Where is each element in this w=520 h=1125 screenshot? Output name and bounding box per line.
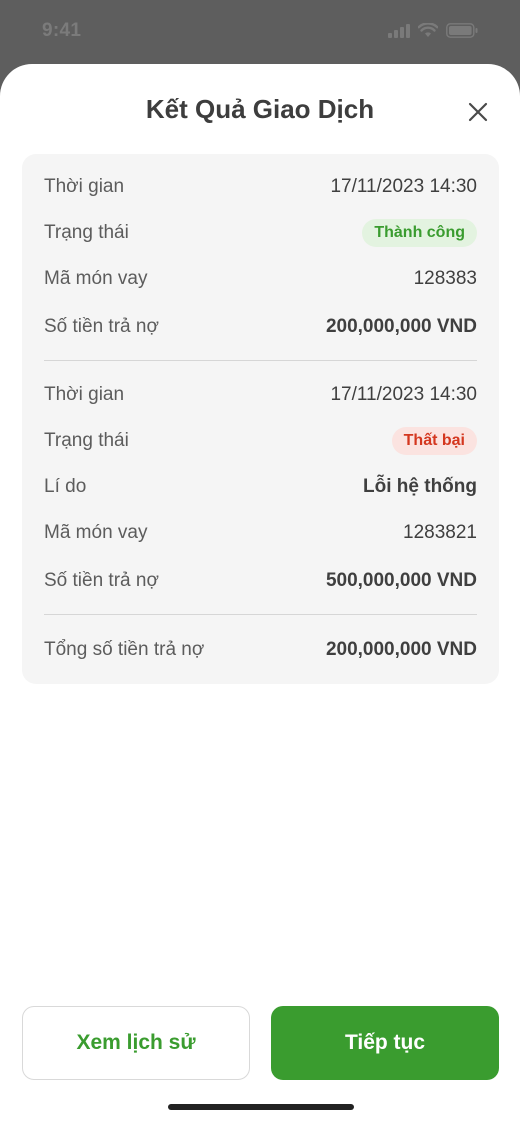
loan-id-value: 128383 (413, 268, 477, 289)
reason-label: Lí do (44, 476, 87, 497)
total-value: 200,000,000 VND (325, 639, 477, 660)
status-bar: 9:41 (0, 0, 520, 64)
reason-value: Lỗi hệ thống (363, 476, 477, 497)
total-label: Tổng số tiền trả nợ (44, 639, 205, 660)
status-row: Trạng thái Thất bại (44, 426, 477, 456)
amount-value: 200,000,000 VND (325, 316, 477, 337)
divider (44, 360, 477, 361)
status-icons (388, 22, 478, 43)
status-label: Trạng thái (44, 430, 129, 451)
status-time: 9:41 (42, 20, 82, 41)
time-label: Thời gian (44, 384, 125, 405)
continue-button[interactable]: Tiếp tục (271, 1006, 499, 1080)
sheet-title: Kết Quả Giao Dịch (145, 94, 375, 124)
close-button[interactable] (462, 98, 494, 130)
loan-id-row: Mã món vay 1283821 (44, 518, 477, 548)
time-row: Thời gian 17/11/2023 14:30 (44, 380, 477, 410)
amount-row: Số tiền trả nợ 200,000,000 VND (44, 312, 477, 342)
time-row: Thời gian 17/11/2023 14:30 (44, 172, 477, 202)
status-row: Trạng thái Thành công (44, 218, 477, 248)
status-badge-fail: Thất bại (391, 427, 477, 455)
divider (44, 614, 477, 615)
amount-label: Số tiền trả nợ (44, 316, 159, 337)
loan-id-row: Mã món vay 128383 (44, 264, 477, 294)
transaction-details-card: Thời gian 17/11/2023 14:30 Trạng thái Th… (22, 154, 499, 684)
wifi-icon (417, 22, 439, 43)
time-label: Thời gian (44, 176, 125, 197)
time-value: 17/11/2023 14:30 (330, 384, 477, 405)
amount-row: Số tiền trả nợ 500,000,000 VND (44, 566, 477, 596)
loan-id-label: Mã món vay (44, 522, 148, 543)
amount-label: Số tiền trả nợ (44, 570, 159, 591)
reason-row: Lí do Lỗi hệ thống (44, 472, 477, 502)
time-value: 17/11/2023 14:30 (330, 176, 477, 197)
loan-id-label: Mã món vay (44, 268, 148, 289)
close-icon (468, 102, 488, 127)
transaction-result-sheet: Kết Quả Giao Dịch Thời gian 17/11/2023 1… (0, 64, 520, 1125)
battery-icon (446, 23, 478, 43)
home-indicator (168, 1104, 354, 1110)
view-history-button[interactable]: Xem lịch sử (22, 1006, 250, 1080)
status-label: Trạng thái (44, 222, 129, 243)
amount-value: 500,000,000 VND (325, 570, 477, 591)
status-badge-success: Thành công (362, 219, 477, 247)
signal-icon (388, 23, 410, 43)
total-row: Tổng số tiền trả nợ 200,000,000 VND (44, 635, 477, 665)
loan-id-value: 1283821 (403, 522, 477, 543)
